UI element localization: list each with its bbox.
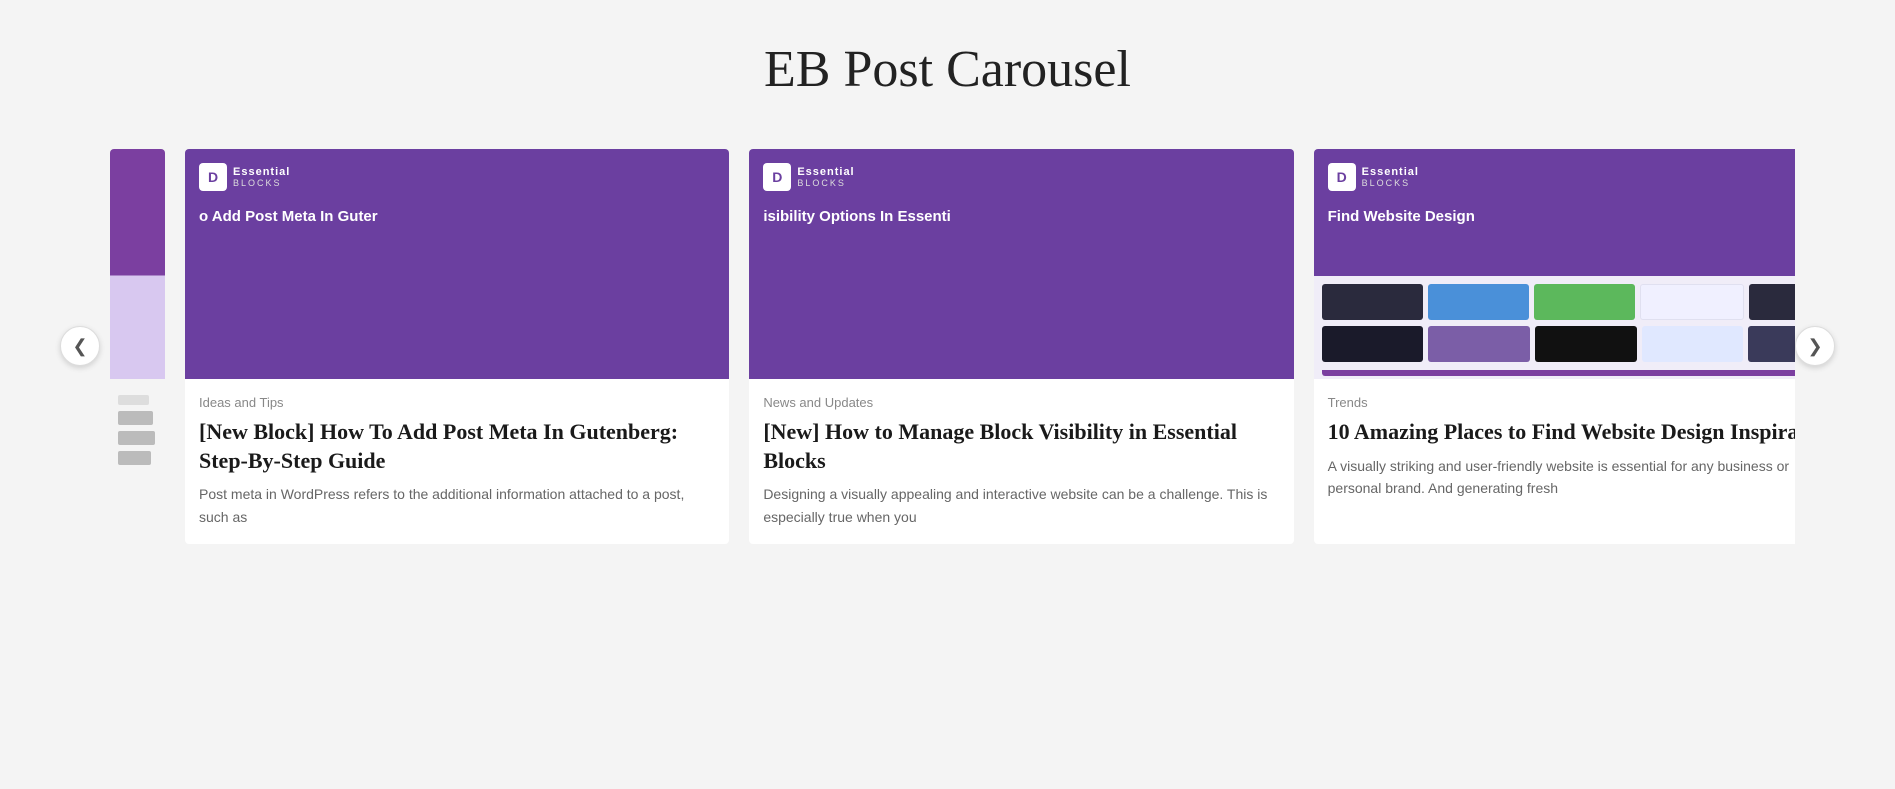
- card-3-grid: [1314, 276, 1795, 380]
- carousel-track: D Essential BLOCKS o Add Post Meta In Gu…: [100, 149, 1795, 544]
- card-1-excerpt: Post meta in WordPress refers to the add…: [199, 483, 715, 528]
- card-2-image-purple: D Essential BLOCKS isibility Options In …: [749, 149, 1293, 379]
- partial-strip: [118, 431, 155, 445]
- card-3: D Essential BLOCKS Find Website Design: [1314, 149, 1795, 544]
- card-1-image-title: o Add Post Meta In Guter: [199, 207, 378, 227]
- card-2-title: [New] How to Manage Block Visibility in …: [763, 418, 1279, 475]
- grid-bottom-bar: [1322, 370, 1795, 376]
- thumb-6: [1322, 326, 1424, 362]
- thumb-2: [1428, 284, 1529, 320]
- card-2-category: News and Updates: [763, 395, 1279, 410]
- eb-logo-icon-2: D: [763, 163, 791, 191]
- thumb-1: [1322, 284, 1423, 320]
- grid-row-2: [1322, 326, 1795, 362]
- eb-logo-main-2: Essential: [797, 166, 854, 178]
- thumb-7: [1428, 326, 1530, 362]
- eb-logo-sub-3: BLOCKS: [1362, 178, 1419, 188]
- card-3-body: Trends 10 Amazing Places to Find Website…: [1314, 379, 1795, 544]
- eb-logo-2: D Essential BLOCKS: [763, 163, 854, 191]
- eb-logo-icon: D: [199, 163, 227, 191]
- prev-button[interactable]: ❮: [60, 326, 100, 366]
- eb-logo: D Essential BLOCKS: [199, 163, 290, 191]
- card-1-title: [New Block] How To Add Post Meta In Gute…: [199, 418, 715, 475]
- eb-logo-text-2: Essential BLOCKS: [797, 166, 854, 188]
- eb-logo-sub-2: BLOCKS: [797, 178, 854, 188]
- eb-logo-icon-3: D: [1328, 163, 1356, 191]
- card-1-category: Ideas and Tips: [199, 395, 715, 410]
- eb-logo-sub: BLOCKS: [233, 178, 290, 188]
- thumb-4: [1640, 284, 1743, 320]
- eb-logo-text: Essential BLOCKS: [233, 166, 290, 188]
- carousel-wrapper: ❮ D Essential BLOCKS: [0, 149, 1895, 544]
- card-partial-left: [110, 149, 165, 544]
- next-button[interactable]: ❯: [1795, 326, 1835, 366]
- card-2-excerpt: Designing a visually appealing and inter…: [763, 483, 1279, 528]
- partial-strip: [118, 411, 153, 425]
- card-2-body: News and Updates [New] How to Manage Blo…: [749, 379, 1293, 544]
- card-2-image: D Essential BLOCKS isibility Options In …: [749, 149, 1293, 379]
- card-3-image: D Essential BLOCKS Find Website Design: [1314, 149, 1795, 379]
- eb-logo-text-3: Essential BLOCKS: [1362, 166, 1419, 188]
- card-1: D Essential BLOCKS o Add Post Meta In Gu…: [185, 149, 729, 544]
- card-3-image-purple: D Essential BLOCKS Find Website Design: [1314, 149, 1795, 276]
- partial-strip: [118, 395, 149, 405]
- card-1-body: Ideas and Tips [New Block] How To Add Po…: [185, 379, 729, 544]
- card-1-image: D Essential BLOCKS o Add Post Meta In Gu…: [185, 149, 729, 379]
- thumb-5: [1749, 284, 1795, 320]
- page-title: EB Post Carousel: [764, 40, 1131, 99]
- thumb-10: [1748, 326, 1795, 362]
- card-3-excerpt: A visually striking and user-friendly we…: [1328, 455, 1795, 500]
- card-3-image-title: Find Website Design: [1328, 207, 1795, 227]
- card-2-image-title: isibility Options In Essenti: [763, 207, 951, 227]
- thumb-3: [1534, 284, 1635, 320]
- card-3-title: 10 Amazing Places to Find Website Design…: [1328, 418, 1795, 447]
- partial-left-body: [110, 379, 165, 544]
- card-1-image-purple: D Essential BLOCKS o Add Post Meta In Gu…: [185, 149, 729, 379]
- partial-left-image: [110, 149, 165, 379]
- next-icon: ❯: [1807, 336, 1822, 357]
- partial-strip: [118, 451, 151, 465]
- card-3-category: Trends: [1328, 395, 1795, 410]
- eb-logo-main-3: Essential: [1362, 166, 1419, 178]
- card-2: D Essential BLOCKS isibility Options In …: [749, 149, 1293, 544]
- grid-row-1: [1322, 284, 1795, 320]
- eb-logo-main: Essential: [233, 166, 290, 178]
- prev-icon: ❮: [72, 336, 87, 357]
- thumb-8: [1535, 326, 1637, 362]
- eb-logo-3: D Essential BLOCKS: [1328, 163, 1795, 191]
- thumb-9: [1642, 326, 1744, 362]
